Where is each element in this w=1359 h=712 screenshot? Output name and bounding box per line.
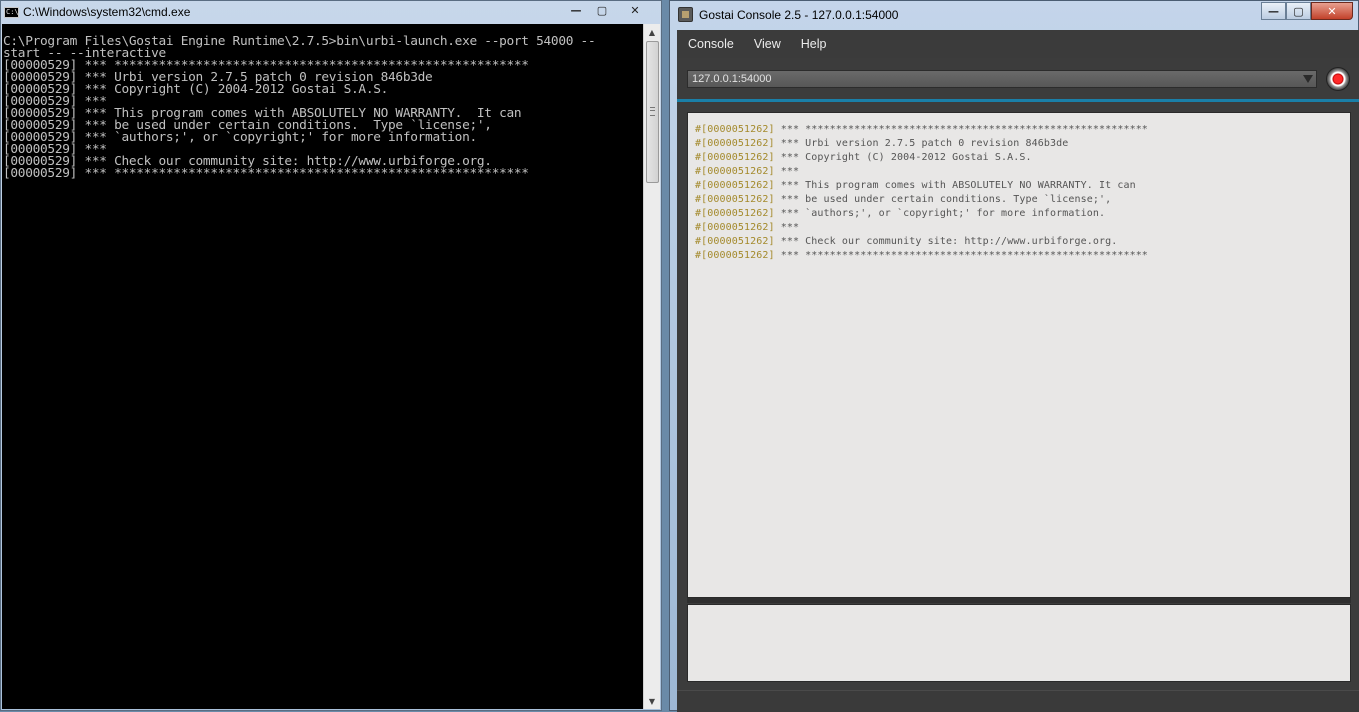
pane-splitter[interactable] xyxy=(687,598,1351,603)
line-text: *** Urbi version 2.7.5 patch 0 revision … xyxy=(774,138,1069,149)
cmd-vertical-scrollbar[interactable]: ▲ ▼ xyxy=(643,24,660,709)
scrollbar-grip-icon xyxy=(650,107,655,116)
console-output-line: #[0000051262] *** `authors;', or `copyri… xyxy=(695,207,1350,221)
scroll-up-arrow-icon[interactable]: ▲ xyxy=(644,24,660,40)
line-text: *** ************************************… xyxy=(774,124,1148,135)
console-output-line: #[0000051262] *** This program comes wit… xyxy=(695,179,1350,193)
console-output-line: #[0000051262] *** **********************… xyxy=(695,123,1350,137)
connect-record-button-icon[interactable] xyxy=(1327,68,1349,90)
console-output-line: #[0000051262] *** Urbi version 2.7.5 pat… xyxy=(695,137,1350,151)
status-bar xyxy=(677,690,1359,712)
line-text: *** This program comes with ABSOLUTELY N… xyxy=(774,180,1136,191)
cmd-window-title: C:\Windows\system32\cmd.exe xyxy=(23,5,191,19)
cmd-minimize-button[interactable]: — xyxy=(563,2,589,19)
menu-console[interactable]: Console xyxy=(677,30,744,58)
scrollbar-thumb[interactable] xyxy=(646,41,659,183)
console-output-line: #[0000051262] *** xyxy=(695,165,1350,179)
line-text: *** Check our community site: http://www… xyxy=(774,236,1118,247)
cmd-app-icon[interactable]: C:\ xyxy=(4,7,19,18)
console-output-line: #[0000051262] *** be used under certain … xyxy=(695,193,1350,207)
line-text: *** `authors;', or `copyright;' for more… xyxy=(774,208,1106,219)
gostai-titlebar[interactable]: Gostai Console 2.5 - 127.0.0.1:54000 — ▢… xyxy=(670,1,1358,28)
gostai-window-title: Gostai Console 2.5 - 127.0.0.1:54000 xyxy=(699,8,899,22)
cmd-window-controls: — ▢ ✕ xyxy=(563,2,655,20)
scroll-down-arrow-icon[interactable]: ▼ xyxy=(644,693,660,709)
line-text: *** ************************************… xyxy=(774,250,1148,261)
connection-toolbar: 127.0.0.1:54000 xyxy=(677,62,1359,96)
line-tag: #[0000051262] xyxy=(695,250,775,261)
menu-view[interactable]: View xyxy=(744,30,791,58)
console-output-text: #[0000051262] *** **********************… xyxy=(688,113,1350,263)
line-text: *** xyxy=(774,222,800,233)
toolbar-divider xyxy=(677,99,1359,102)
console-input-field[interactable] xyxy=(687,604,1351,682)
gostai-client-area: Console View Help 127.0.0.1:54000 #[0000… xyxy=(677,30,1359,712)
line-tag: #[0000051262] xyxy=(695,124,775,135)
console-output-line: #[0000051262] *** **********************… xyxy=(695,249,1350,263)
menu-help[interactable]: Help xyxy=(791,30,837,58)
line-tag: #[0000051262] xyxy=(695,138,775,149)
line-tag: #[0000051262] xyxy=(695,180,775,191)
menu-bar: Console View Help xyxy=(677,30,1359,58)
connection-select-value: 127.0.0.1:54000 xyxy=(692,73,772,85)
console-output-line: #[0000051262] *** Copyright (C) 2004-201… xyxy=(695,151,1350,165)
line-tag: #[0000051262] xyxy=(695,166,775,177)
line-tag: #[0000051262] xyxy=(695,236,775,247)
cmd-window: C:\ C:\Windows\system32\cmd.exe — ▢ ✕ C:… xyxy=(0,0,662,711)
line-text: *** Copyright (C) 2004-2012 Gostai S.A.S… xyxy=(774,152,1032,163)
console-output-line: #[0000051262] *** xyxy=(695,221,1350,235)
line-text: *** be used under certain conditions. Ty… xyxy=(774,194,1112,205)
line-tag: #[0000051262] xyxy=(695,194,775,205)
gostai-console-window: Gostai Console 2.5 - 127.0.0.1:54000 — ▢… xyxy=(669,0,1359,712)
gostai-maximize-button[interactable]: ▢ xyxy=(1286,2,1311,20)
cmd-console-output: C:\Program Files\Gostai Engine Runtime\2… xyxy=(3,34,596,181)
gostai-window-controls: — ▢ ✕ xyxy=(1261,2,1353,20)
chevron-down-icon[interactable] xyxy=(1303,75,1313,83)
cmd-console-area[interactable]: C:\Program Files\Gostai Engine Runtime\2… xyxy=(2,24,643,709)
gostai-close-button[interactable]: ✕ xyxy=(1311,2,1353,20)
console-output-line: #[0000051262] *** Check our community si… xyxy=(695,235,1350,249)
line-text: *** xyxy=(774,166,800,177)
connection-select[interactable]: 127.0.0.1:54000 xyxy=(687,70,1317,88)
gostai-minimize-button[interactable]: — xyxy=(1261,2,1286,20)
cmd-close-button[interactable]: ✕ xyxy=(615,2,655,19)
line-tag: #[0000051262] xyxy=(695,222,775,233)
gostai-app-icon[interactable] xyxy=(678,7,693,22)
line-tag: #[0000051262] xyxy=(695,152,775,163)
cmd-titlebar[interactable]: C:\ C:\Windows\system32\cmd.exe — ▢ ✕ xyxy=(1,1,661,24)
console-output-pane[interactable]: #[0000051262] *** **********************… xyxy=(687,112,1351,598)
line-tag: #[0000051262] xyxy=(695,208,775,219)
cmd-maximize-button[interactable]: ▢ xyxy=(589,2,615,19)
